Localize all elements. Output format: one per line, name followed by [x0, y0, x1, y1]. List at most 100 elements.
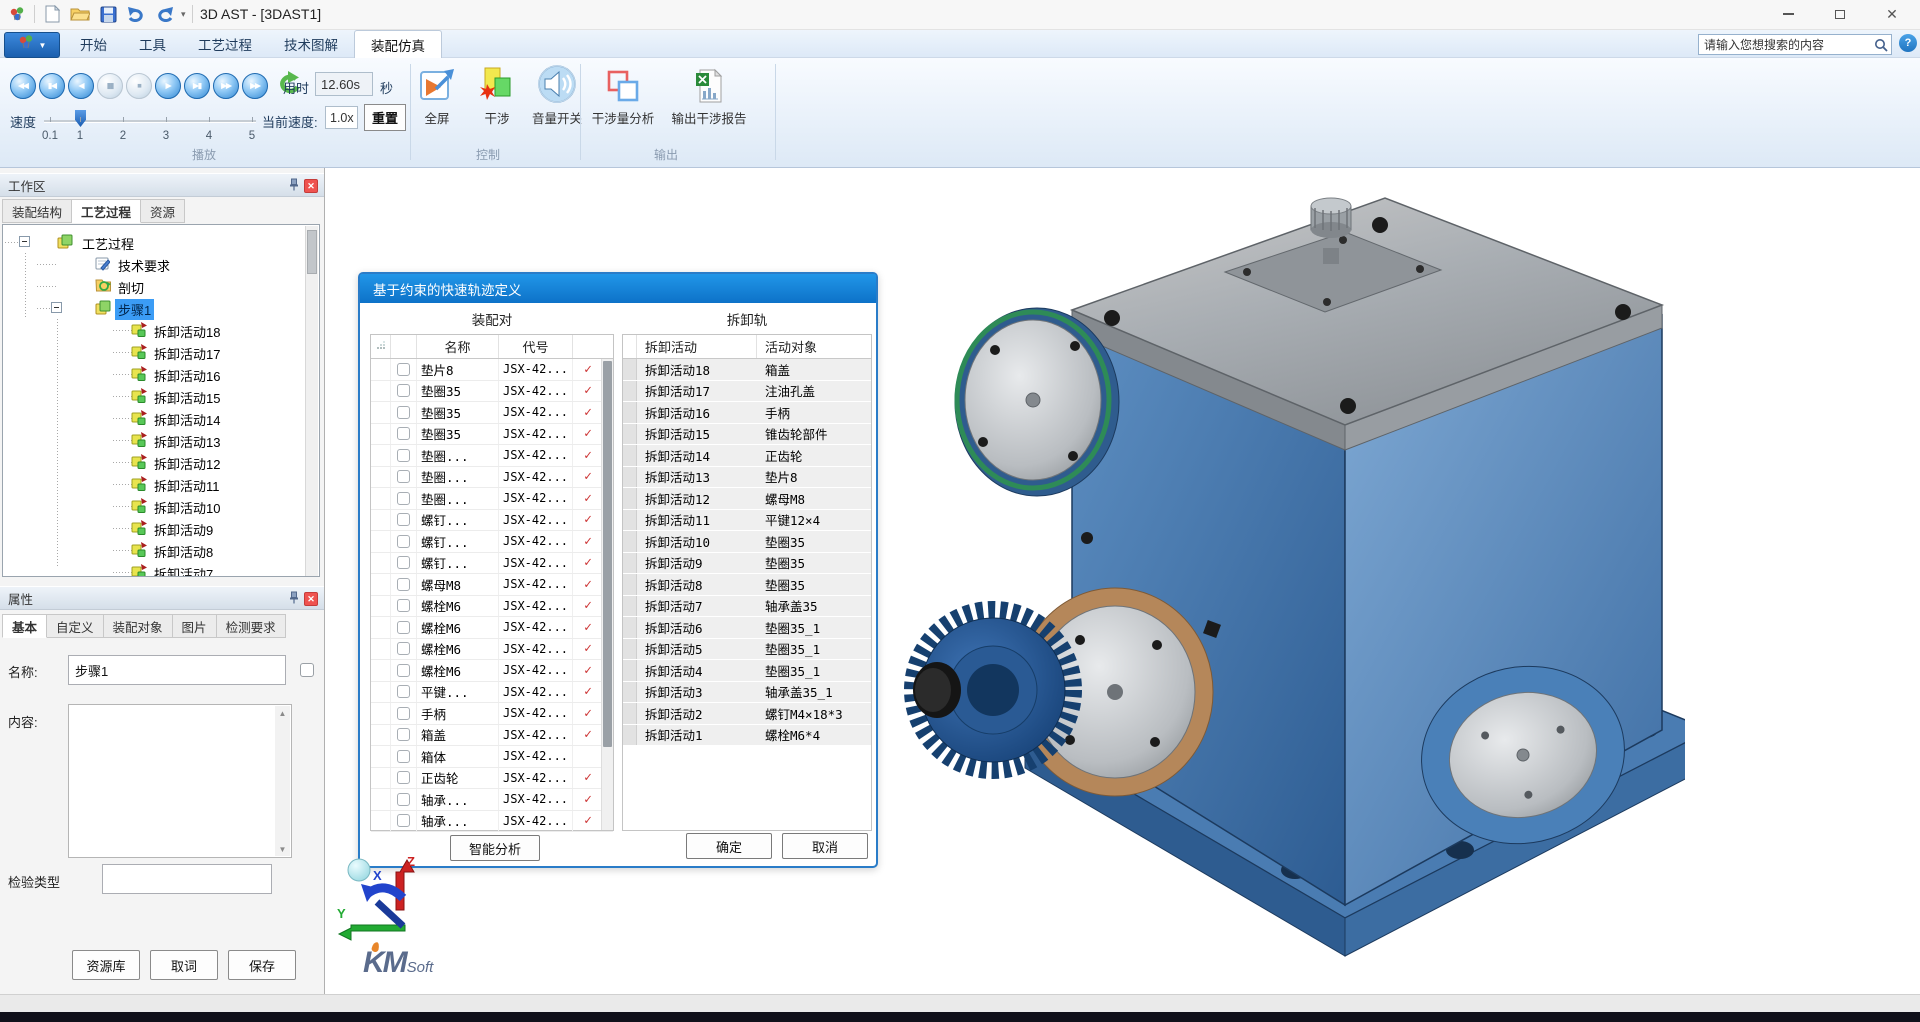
tree-item-label[interactable]: 拆卸活动14	[151, 409, 223, 430]
jump-to-end-button[interactable]: ▶▶	[242, 72, 268, 99]
row-checkbox[interactable]	[397, 556, 410, 570]
minimize-button[interactable]	[1762, 0, 1814, 28]
ribbon-tab-装配仿真[interactable]: 装配仿真	[354, 30, 442, 58]
tree-item-label[interactable]: 工艺过程	[79, 233, 137, 254]
name-checkbox[interactable]	[300, 663, 314, 677]
disassembly-track-row[interactable]: 拆卸活动1 螺栓M6*4	[623, 724, 871, 746]
tree-item-label[interactable]: 拆卸活动15	[151, 387, 223, 408]
row-checkbox[interactable]	[397, 470, 410, 484]
scroll-up-icon[interactable]: ▲	[275, 706, 290, 720]
tree-item-label[interactable]: 拆卸活动18	[151, 321, 223, 342]
prop-button-保存[interactable]: 保存	[228, 950, 296, 980]
assembly-pair-row[interactable]: 正齿轮 JSX-42... ✓	[371, 767, 613, 789]
disassembly-track-row[interactable]: 拆卸活动3 轴承盖35_1	[623, 681, 871, 703]
row-checkbox[interactable]	[397, 792, 410, 806]
assembly-pair-row[interactable]: 轴承... JSX-42... ✓	[371, 789, 613, 811]
row-checkbox[interactable]	[397, 814, 410, 828]
stop-button[interactable]: ■	[126, 72, 152, 99]
disassembly-track-row[interactable]: 拆卸活动10 垫圈35	[623, 531, 871, 553]
assembly-pair-row[interactable]: 轴承... JSX-42... ✓	[371, 810, 613, 832]
tree-item-label[interactable]: 拆卸活动11	[151, 475, 223, 496]
play-backward-button[interactable]: ◀	[68, 72, 94, 99]
ribbon-tab-工具[interactable]: 工具	[123, 30, 182, 58]
search-input[interactable]: 请输入您想搜索的内容	[1698, 34, 1892, 55]
prop-button-取词[interactable]: 取词	[150, 950, 218, 980]
row-checkbox[interactable]	[397, 534, 410, 548]
tree-item-label[interactable]: 拆卸活动9	[151, 519, 216, 540]
row-checkbox[interactable]	[397, 706, 410, 720]
row-checkbox[interactable]	[397, 620, 410, 634]
check-type-field[interactable]	[102, 864, 272, 894]
disassembly-track-row[interactable]: 拆卸活动4 垫圈35_1	[623, 660, 871, 682]
ribbon-tab-开始[interactable]: 开始	[64, 30, 123, 58]
disassembly-track-row[interactable]: 拆卸活动17 注油孔盖	[623, 380, 871, 402]
disassembly-track-row[interactable]: 拆卸活动5 垫圈35_1	[623, 638, 871, 660]
disassembly-track-row[interactable]: 拆卸活动7 轴承盖35	[623, 595, 871, 617]
row-checkbox[interactable]	[397, 384, 410, 398]
row-checkbox[interactable]	[397, 448, 410, 462]
app-logo-icon[interactable]	[6, 3, 28, 25]
disassembly-track-row[interactable]: 拆卸活动9 垫圈35	[623, 552, 871, 574]
reset-button[interactable]: 重置	[364, 104, 406, 131]
assembly-pair-row[interactable]: 箱盖 JSX-42... ✓	[371, 724, 613, 746]
row-checkbox[interactable]	[397, 599, 410, 613]
assembly-pair-row[interactable]: 螺栓M6 JSX-42... ✓	[371, 617, 613, 639]
row-checkbox[interactable]	[397, 642, 410, 656]
row-checkbox[interactable]	[397, 663, 410, 677]
tree-expander[interactable]	[51, 302, 62, 313]
prop-tab-基本[interactable]: 基本	[2, 614, 48, 638]
assembly-pair-row[interactable]: 螺钉... JSX-42... ✓	[371, 552, 613, 574]
textarea-scrollbar[interactable]: ▲ ▼	[275, 706, 290, 856]
tree-item-label[interactable]: 拆卸活动16	[151, 365, 223, 386]
help-button[interactable]: ?	[1899, 34, 1917, 52]
assembly-pair-row[interactable]: 螺钉... JSX-42... ✓	[371, 531, 613, 553]
assembly-pair-row[interactable]: 平键... JSX-42... ✓	[371, 681, 613, 703]
prop-tab-自定义[interactable]: 自定义	[47, 614, 104, 638]
ribbon-tab-工艺过程[interactable]: 工艺过程	[182, 30, 268, 58]
row-checkbox[interactable]	[397, 749, 410, 763]
pause-button[interactable]: ▮▮	[97, 72, 123, 99]
assembly-pair-row[interactable]: 垫圈... JSX-42... ✓	[371, 445, 613, 467]
row-checkbox[interactable]	[397, 491, 410, 505]
assembly-pair-row[interactable]: 螺母M8 JSX-42... ✓	[371, 574, 613, 596]
interference-analysis-button[interactable]: 干涉量分析	[588, 62, 658, 127]
tree-item-label[interactable]: 拆卸活动12	[151, 453, 223, 474]
pin-icon[interactable]	[288, 178, 300, 194]
smart-analysis-button[interactable]: 智能分析	[450, 835, 540, 861]
disassembly-track-row[interactable]: 拆卸活动18 箱盖	[623, 359, 871, 381]
play-button[interactable]: ▶	[155, 72, 181, 99]
row-checkbox[interactable]	[397, 362, 410, 376]
tree-scrollbar[interactable]	[305, 226, 318, 576]
name-field[interactable]: 步骤1	[68, 655, 286, 685]
tree-item-label[interactable]: 拆卸活动10	[151, 497, 223, 518]
dialog-title[interactable]: 基于约束的快速轨迹定义	[360, 274, 876, 303]
row-checkbox[interactable]	[397, 405, 410, 419]
disassembly-track-row[interactable]: 拆卸活动15 锥齿轮部件	[623, 423, 871, 445]
disassembly-track-row[interactable]: 拆卸活动11 平键12×4	[623, 509, 871, 531]
disassembly-track-row[interactable]: 拆卸活动8 垫圈35	[623, 574, 871, 596]
tree-item-label[interactable]: 技术要求	[115, 255, 173, 276]
previous-step-button[interactable]: ▮◀	[39, 72, 65, 99]
fast-forward-button[interactable]: ▶▶	[213, 72, 239, 99]
tab-装配结构[interactable]: 装配结构	[2, 199, 73, 223]
maximize-button[interactable]	[1814, 0, 1866, 28]
scroll-down-icon[interactable]: ▼	[275, 842, 290, 856]
row-checkbox[interactable]	[397, 728, 410, 742]
prop-tab-装配对象[interactable]: 装配对象	[103, 614, 173, 638]
new-document-icon[interactable]	[41, 3, 63, 25]
volume-toggle-button[interactable]: 音量开关	[522, 62, 592, 127]
redo-icon[interactable]	[153, 3, 175, 25]
row-checkbox[interactable]	[397, 685, 410, 699]
row-checkbox[interactable]	[397, 771, 410, 785]
save-icon[interactable]	[97, 3, 119, 25]
cancel-button[interactable]: 取消	[782, 833, 868, 859]
pin-icon[interactable]	[288, 591, 300, 607]
ribbon-tab-技术图解[interactable]: 技术图解	[268, 30, 354, 58]
row-checkbox[interactable]	[397, 513, 410, 527]
assembly-pair-row[interactable]: 垫圈... JSX-42... ✓	[371, 488, 613, 510]
close-button[interactable]: ✕	[1866, 0, 1918, 28]
tab-资源[interactable]: 资源	[141, 199, 186, 223]
application-menu-button[interactable]: ▼	[4, 32, 60, 58]
close-panel-icon[interactable]: ✕	[304, 592, 318, 606]
toolbar-options-caret[interactable]: ▾	[181, 9, 186, 20]
